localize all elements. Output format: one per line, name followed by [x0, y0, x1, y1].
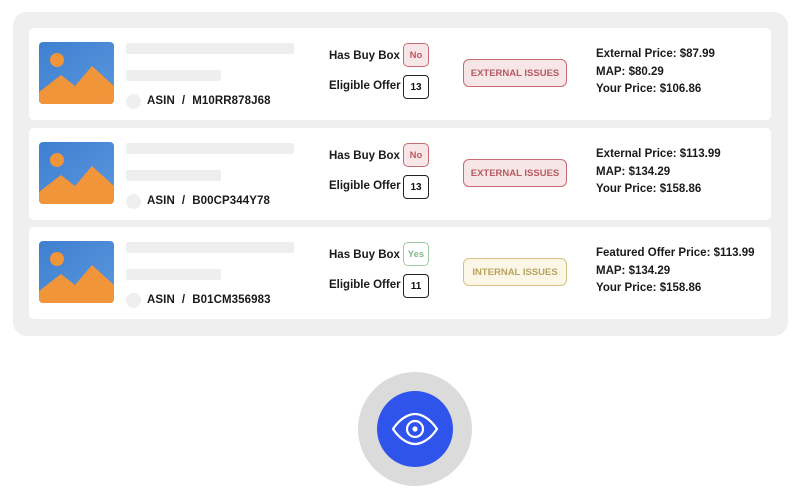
eligible-offer-label: Eligible Offer: [329, 80, 401, 92]
asin-label: ASIN: [147, 294, 175, 306]
view-button[interactable]: [377, 391, 453, 467]
issues-button[interactable]: EXTERNAL ISSUES: [463, 59, 567, 87]
asin-line: ASIN / B00CP344Y78: [147, 195, 270, 207]
asin-separator: /: [181, 95, 186, 107]
product-row[interactable]: ASIN / B00CP344Y78 Has Buy Box Eligible Of…: [29, 128, 771, 220]
price-line: Featured Offer Price: $113.99: [596, 247, 755, 259]
title-placeholder: [126, 43, 294, 54]
product-row[interactable]: ASIN / B01CM356983 Has Buy Box Eligible Of…: [29, 227, 771, 319]
eligible-offer-count: 13: [403, 175, 429, 199]
title-placeholder: [126, 143, 294, 154]
price-block: External Price: $113.99 MAP: $134.29 You…: [596, 148, 721, 201]
issues-button[interactable]: EXTERNAL ISSUES: [463, 159, 567, 187]
asin-dot-icon: [126, 194, 141, 209]
subtitle-placeholder: [126, 170, 221, 181]
asin-value: B01CM356983: [192, 294, 271, 306]
eligible-offer-label: Eligible Offer: [329, 279, 401, 291]
asin-dot-icon: [126, 293, 141, 308]
asin-label: ASIN: [147, 95, 175, 107]
asin-line: ASIN / B01CM356983: [147, 294, 271, 306]
product-row[interactable]: ASIN / M10RR878J68 Has Buy Box Eligible Of…: [29, 28, 771, 120]
view-button-halo: [358, 372, 472, 486]
buy-box-badge: Yes: [403, 242, 429, 266]
asin-dot-icon: [126, 94, 141, 109]
price-line: External Price: $113.99: [596, 148, 721, 160]
your-price-line: Your Price: $158.86: [596, 282, 702, 294]
has-buy-box-label: Has Buy Box: [329, 50, 400, 62]
your-price-line: Your Price: $158.86: [596, 183, 702, 195]
price-block: Featured Offer Price: $113.99 MAP: $134.…: [596, 247, 755, 300]
asin-separator: /: [181, 195, 186, 207]
price-block: External Price: $87.99 MAP: $80.29 Your …: [596, 48, 715, 101]
eligible-offer-count: 13: [403, 75, 429, 99]
image-placeholder-icon: [39, 241, 114, 303]
eligible-offer-count: 11: [403, 274, 429, 298]
map-line: MAP: $134.29: [596, 165, 671, 178]
asin-line: ASIN / M10RR878J68: [147, 95, 271, 107]
asin-label: ASIN: [147, 195, 175, 207]
image-placeholder-icon: [39, 42, 114, 104]
buy-box-badge: No: [403, 143, 429, 167]
image-placeholder-icon: [39, 142, 114, 204]
subtitle-placeholder: [126, 70, 221, 81]
your-price-line: Your Price: $106.86: [596, 83, 702, 95]
asin-separator: /: [181, 294, 186, 306]
issues-button[interactable]: INTERNAL ISSUES: [463, 258, 567, 286]
has-buy-box-label: Has Buy Box: [329, 249, 400, 261]
subtitle-placeholder: [126, 269, 221, 280]
price-line: External Price: $87.99: [596, 48, 715, 60]
asin-value: M10RR878J68: [192, 95, 271, 107]
eligible-offer-label: Eligible Offer: [329, 180, 401, 192]
eye-icon: [391, 412, 439, 446]
asin-value: B00CP344Y78: [192, 195, 271, 207]
has-buy-box-label: Has Buy Box: [329, 150, 400, 162]
map-line: MAP: $134.29: [596, 264, 671, 277]
buy-box-badge: No: [403, 43, 429, 67]
title-placeholder: [126, 242, 294, 253]
map-line: MAP: $80.29: [596, 65, 664, 78]
